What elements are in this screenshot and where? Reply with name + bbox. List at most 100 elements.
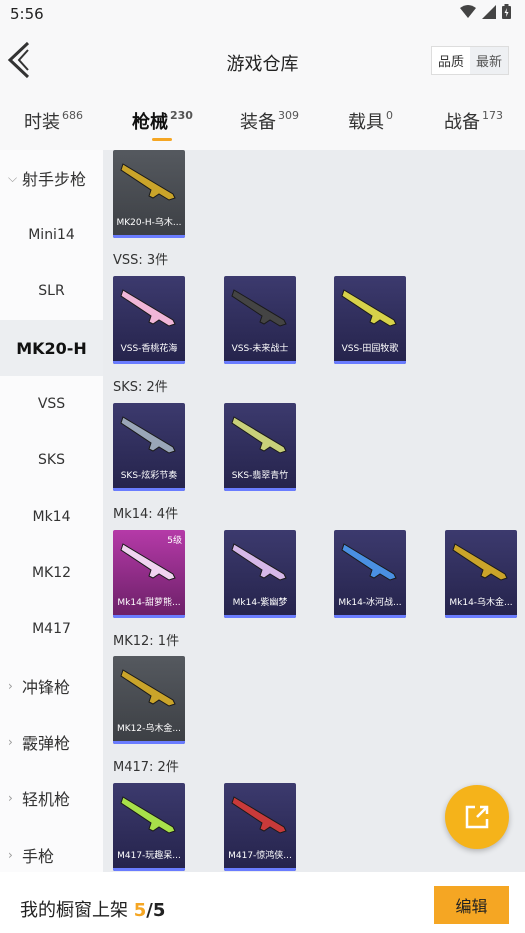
rifle-icon <box>231 796 287 834</box>
sort-latest-button[interactable]: 最新 <box>469 47 508 74</box>
chevron-down-icon: ⌵ <box>8 170 18 185</box>
item-card[interactable]: SKS-翡翠青竹 <box>224 403 296 491</box>
item-rarity-bar <box>334 615 406 618</box>
sidebar-item-marksman-rifle[interactable]: ⌵ 射手步枪 <box>0 150 103 206</box>
tab-count: 230 <box>170 109 193 122</box>
item-rarity-bar <box>113 488 185 491</box>
share-icon <box>465 805 489 829</box>
tab-firearms[interactable]: 枪械 230 <box>132 108 193 141</box>
sidebar-item-smg[interactable]: › 冲锋枪 <box>0 658 103 714</box>
item-rarity-bar <box>113 868 185 871</box>
item-name: Mk14-冰河战... <box>338 598 402 608</box>
sidebar-item-lmg[interactable]: › 轻机枪 <box>0 770 103 826</box>
sidebar-item-slr[interactable]: SLR <box>0 263 103 319</box>
chevron-right-icon: › <box>8 848 13 862</box>
sort-toggle: 品质 最新 <box>430 46 509 75</box>
item-grid: MK20-H-乌木... VSS: 3件 VSS-香桃花海 VSS-未来战士 V… <box>103 150 525 872</box>
item-card[interactable]: VSS-未来战士 <box>224 276 296 364</box>
item-rarity-bar <box>113 361 185 364</box>
item-name: M417-惊鸿侠... <box>228 851 292 861</box>
item-level-badge: 5级 <box>167 536 182 546</box>
tab-equipment[interactable]: 装备 309 <box>240 108 299 134</box>
sidebar-item-mk20h[interactable]: MK20-H <box>0 320 103 376</box>
item-card[interactable]: M417-惊鸿侠... <box>224 783 296 871</box>
sidebar-item-mk12[interactable]: MK12 <box>0 545 103 601</box>
section-label-m417: M417: 2件 <box>113 760 179 775</box>
item-name: Mk14-紫幽梦 <box>232 598 288 608</box>
sidebar-item-label: 轻机枪 <box>22 790 71 809</box>
section-label-mk14: Mk14: 4件 <box>113 507 179 522</box>
sidebar-item-vss[interactable]: VSS <box>0 376 103 432</box>
showcase-label: 我的橱窗上架 <box>20 900 128 921</box>
item-name: VSS-未来战士 <box>231 344 289 354</box>
item-card[interactable]: Mk14-紫幽梦 <box>224 530 296 618</box>
item-card[interactable]: 5级 Mk14-甜萝熊... <box>113 530 185 618</box>
item-rarity-bar <box>113 741 185 744</box>
sidebar-item-label: VSS <box>37 396 66 412</box>
item-card[interactable]: MK20-H-乌木... <box>113 150 185 238</box>
rifle-icon <box>120 163 176 201</box>
item-rarity-bar <box>113 235 185 238</box>
item-name: MK12-乌木金... <box>117 724 181 734</box>
rifle-icon <box>120 796 176 834</box>
tab-vehicles[interactable]: 载具 0 <box>348 108 393 134</box>
signal-icon <box>482 4 496 19</box>
tab-label: 枪械 <box>132 112 168 133</box>
item-card[interactable]: SKS-炫彩节奏 <box>113 403 185 491</box>
showcase-status: 我的橱窗上架 5/5 <box>20 896 165 922</box>
rifle-icon <box>341 289 397 327</box>
rifle-icon <box>231 289 287 327</box>
tab-active-indicator <box>152 138 172 141</box>
item-card[interactable]: Mk14-冰河战... <box>334 530 406 618</box>
tab-supplies[interactable]: 战备 173 <box>444 108 503 134</box>
rifle-icon <box>120 289 176 327</box>
item-rarity-bar <box>224 615 296 618</box>
item-card[interactable]: VSS-香桃花海 <box>113 276 185 364</box>
chevron-right-icon: › <box>8 679 13 693</box>
section-label-mk12: MK12: 1件 <box>113 634 180 649</box>
rifle-icon <box>120 669 176 707</box>
tab-label: 战备 <box>444 112 480 133</box>
share-button[interactable] <box>445 785 509 849</box>
sidebar-item-label: M417 <box>32 621 71 637</box>
item-name: Mk14-乌木金... <box>449 598 513 608</box>
item-card[interactable]: Mk14-乌木金... <box>445 530 517 618</box>
sidebar-item-label: 射手步枪 <box>22 170 87 189</box>
item-name: VSS-田园牧歌 <box>341 344 399 354</box>
chevron-right-icon: › <box>8 791 13 805</box>
sidebar-item-label: 霰弹枪 <box>22 734 71 753</box>
item-card[interactable]: MK12-乌木金... <box>113 656 185 744</box>
item-rarity-bar <box>224 488 296 491</box>
sidebar-item-label: Mk14 <box>32 509 71 525</box>
tab-count: 0 <box>386 109 393 122</box>
sidebar-item-label: 手枪 <box>22 847 55 866</box>
sidebar-item-sks[interactable]: SKS <box>0 432 103 488</box>
sidebar-item-pistol[interactable]: › 手枪 <box>0 827 103 872</box>
tab-fashion[interactable]: 时装 686 <box>24 108 83 134</box>
showcase-total: /5 <box>146 900 166 921</box>
rifle-icon <box>341 543 397 581</box>
section-label-sks: SKS: 2件 <box>113 380 168 395</box>
showcase-count: 5 <box>133 900 147 921</box>
item-card[interactable]: M417-玩趣呆... <box>113 783 185 871</box>
sidebar-item-m417[interactable]: M417 <box>0 601 103 657</box>
item-rarity-bar <box>334 361 406 364</box>
status-bar: 5:56 <box>0 0 525 30</box>
tab-label: 时装 <box>24 112 60 133</box>
item-card[interactable]: VSS-田园牧歌 <box>334 276 406 364</box>
sort-quality-button[interactable]: 品质 <box>432 47 470 74</box>
item-name: MK20-H-乌木... <box>116 218 182 228</box>
item-name: SKS-炫彩节奏 <box>120 471 178 481</box>
sidebar-item-mini14[interactable]: Mini14 <box>0 207 103 263</box>
weapon-type-sidebar: ⌵ 射手步枪 Mini14 SLR MK20-H VSS SKS Mk14 MK1… <box>0 150 103 872</box>
edit-button[interactable]: 编辑 <box>434 886 509 924</box>
tab-label: 载具 <box>348 112 384 133</box>
sidebar-item-label: MK20-H <box>16 338 87 358</box>
tab-count: 173 <box>482 109 503 122</box>
sidebar-item-label: SLR <box>38 283 65 299</box>
sidebar-item-shotgun[interactable]: › 霰弹枪 <box>0 714 103 770</box>
sidebar-item-mk14[interactable]: Mk14 <box>0 489 103 545</box>
sidebar-item-label: 冲锋枪 <box>22 678 71 697</box>
chevron-right-icon: › <box>8 735 13 749</box>
item-name: M417-玩趣呆... <box>117 851 181 861</box>
